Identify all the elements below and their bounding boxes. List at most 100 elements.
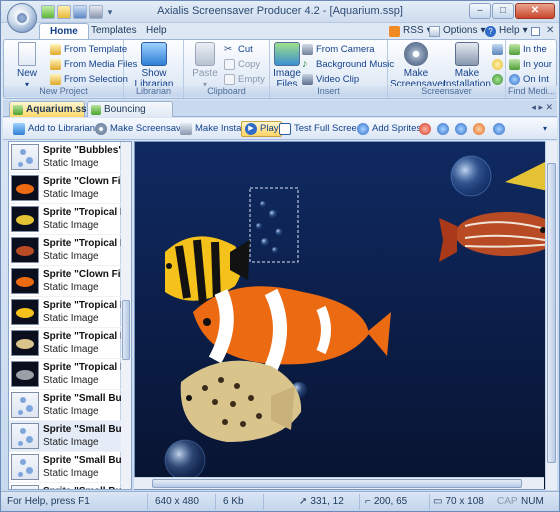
sprite-name: Sprite "Small Bubbles"	[43, 486, 121, 489]
paste-icon	[195, 42, 215, 66]
canvas-vertical-scrollbar[interactable]	[545, 141, 557, 490]
group-label-clipboard: Clipboard	[184, 86, 269, 97]
cut-button[interactable]: ✂ Cut	[224, 42, 253, 56]
title-bar: ▾ Axialis Screensaver Producer 4.2 - [Aq…	[1, 1, 559, 23]
canvas-horizontal-scrollbar[interactable]	[134, 477, 544, 489]
video-clip-button[interactable]: Video Clip	[302, 72, 359, 86]
scissors-icon: ✂	[224, 43, 233, 55]
sprite-tool-1[interactable]	[437, 121, 449, 137]
find-in-your-button[interactable]: In your	[509, 57, 552, 71]
sprite-list-item[interactable]: Sprite "Tropical Fish" Static Image	[9, 328, 121, 359]
test-full-screen-button[interactable]: Test Full Screen	[279, 121, 362, 137]
sprite-type: Static Image	[43, 437, 99, 448]
sprite-order-icon	[493, 123, 505, 135]
doc-tab-aquarium[interactable]: Aquarium.ssp	[9, 101, 93, 117]
minimize-button[interactable]: –	[469, 3, 491, 19]
tab-scroll-arrows[interactable]: ◂ ▸ ✕	[531, 102, 553, 113]
sprite-tool-2[interactable]	[455, 121, 467, 137]
scrollbar-thumb[interactable]	[547, 163, 556, 463]
add-to-librarian-button[interactable]: Add to Librarian	[13, 121, 95, 137]
minimize-ribbon-icon[interactable]	[531, 26, 540, 36]
app-orb-icon	[15, 11, 29, 25]
paste-button[interactable]: Paste ▾	[188, 42, 222, 90]
help-menu[interactable]: ? Help ▾	[485, 23, 528, 39]
screensaver-option-2[interactable]	[492, 57, 503, 71]
delete-icon	[419, 123, 431, 135]
sprite-list-item[interactable]: Sprite "Small Bubbles" Static Image	[9, 452, 121, 483]
status-size: 6 Kb	[223, 496, 244, 507]
help-icon: ?	[485, 25, 496, 37]
ribbon: New ▾ From Template From Media Files From…	[3, 39, 557, 99]
sprite-name: Sprite "Bubbles"	[43, 145, 121, 156]
settings-icon	[492, 43, 503, 55]
close-button[interactable]: ✕	[515, 3, 555, 19]
from-template-button[interactable]: From Template	[50, 42, 127, 56]
toolbar-overflow-icon[interactable]: ▾	[543, 121, 547, 137]
empty-button[interactable]: Empty	[224, 72, 265, 86]
play-label: Play	[260, 123, 279, 134]
large-bubble	[164, 439, 206, 481]
make-screensaver-tool-button[interactable]: Make Screensaver	[95, 121, 189, 137]
status-cap: CAP	[497, 496, 518, 507]
play-button[interactable]: ▶ Play	[241, 121, 283, 137]
gear-icon	[95, 123, 107, 135]
make-installation-button[interactable]: Make Installation	[442, 42, 492, 90]
options-menu[interactable]: Options ▾	[429, 23, 486, 39]
background-music-button[interactable]: ♪ Background Music	[302, 57, 394, 71]
find-in-the-button[interactable]: In the	[509, 42, 547, 56]
sprite-list-scrollbar[interactable]	[120, 142, 131, 489]
sprite-list-item[interactable]: Sprite "Small Bubbles" Static Image	[9, 390, 121, 421]
media-files-icon	[50, 58, 61, 70]
position-icon: ⌐	[365, 496, 371, 507]
new-button[interactable]: New ▾	[10, 42, 44, 90]
gear-icon	[404, 42, 428, 66]
image-files-button[interactable]: Image Files	[272, 42, 302, 90]
options-icon	[429, 25, 440, 37]
from-selection-label: From Selection	[64, 73, 128, 85]
app-menu-button[interactable]	[7, 3, 37, 33]
sprite-tool-4[interactable]	[493, 121, 505, 137]
test-full-screen-label: Test Full Screen	[294, 123, 363, 134]
status-dimensions-value: 70 x 108	[445, 496, 484, 507]
globe-icon	[492, 73, 503, 85]
screensaver-option-1[interactable]	[492, 42, 503, 56]
ribbon-tabs: Home Templates Help RSS▾ Options▾ ? Help…	[1, 23, 559, 40]
sprite-list-item[interactable]: Sprite "Clown Fish" Static Image	[9, 173, 121, 204]
screensaver-option-3[interactable]	[492, 72, 503, 86]
sprite-list-item[interactable]: Sprite "Tropical Fish" Static Image	[9, 204, 121, 235]
installation-icon	[180, 123, 192, 135]
sprite-list-item[interactable]: Sprite "Small Bubbles" Static Image	[9, 421, 121, 452]
find-on-int-button[interactable]: On Int	[509, 72, 549, 86]
remove-sprite-button[interactable]	[419, 121, 431, 137]
status-dimensions: ▭ 70 x 108	[433, 496, 484, 507]
help-label: Help	[499, 25, 520, 36]
from-camera-button[interactable]: From Camera	[302, 42, 375, 56]
tab-help[interactable]: Help	[136, 23, 177, 39]
close-document-icon[interactable]: ✕	[546, 23, 554, 39]
document-tabs: Aquarium.ssp Bouncing Ball.ssp ◂ ▸ ✕	[3, 100, 557, 130]
sprite-list-item[interactable]: Sprite "Bubbles" Static Image	[9, 142, 121, 173]
from-selection-button[interactable]: From Selection	[50, 72, 128, 86]
sprite-tool-3[interactable]	[473, 121, 485, 137]
sprite-list-item[interactable]: Sprite "Clown Fish" Static Image	[9, 266, 121, 297]
show-librarian-button[interactable]: Show Librarian	[130, 42, 178, 90]
sprite-list-item[interactable]: Sprite "Tropical Fish" Static Image	[9, 359, 121, 390]
sprite-name: Sprite "Tropical Fish"	[43, 207, 121, 218]
rss-menu[interactable]: RSS▾	[389, 23, 432, 39]
scrollbar-thumb[interactable]	[152, 479, 522, 488]
screensaver-canvas[interactable]	[134, 141, 553, 490]
sprite-list-item[interactable]: Sprite "Tropical Fish" Static Image	[9, 297, 121, 328]
dimensions-icon: ▭	[433, 496, 443, 507]
make-screensaver-button[interactable]: Make Screensaver	[390, 42, 446, 90]
sprite-type: Static Image	[43, 158, 99, 169]
add-sprites-button[interactable]: Add Sprites	[357, 121, 421, 137]
maximize-button[interactable]: □	[492, 3, 514, 19]
doc-tab-bouncing-ball[interactable]: Bouncing Ball.ssp	[87, 101, 173, 130]
sprite-type: Static Image	[43, 251, 99, 262]
globe-icon	[509, 73, 520, 85]
scrollbar-thumb[interactable]	[122, 300, 130, 360]
sprite-list-item[interactable]: Sprite "Tropical Fish" Static Image	[9, 235, 121, 266]
make-install-tool-button[interactable]: Make Install	[180, 121, 246, 137]
sprite-list-item[interactable]: Sprite "Small Bubbles"	[9, 483, 121, 489]
copy-button[interactable]: Copy	[224, 57, 260, 71]
